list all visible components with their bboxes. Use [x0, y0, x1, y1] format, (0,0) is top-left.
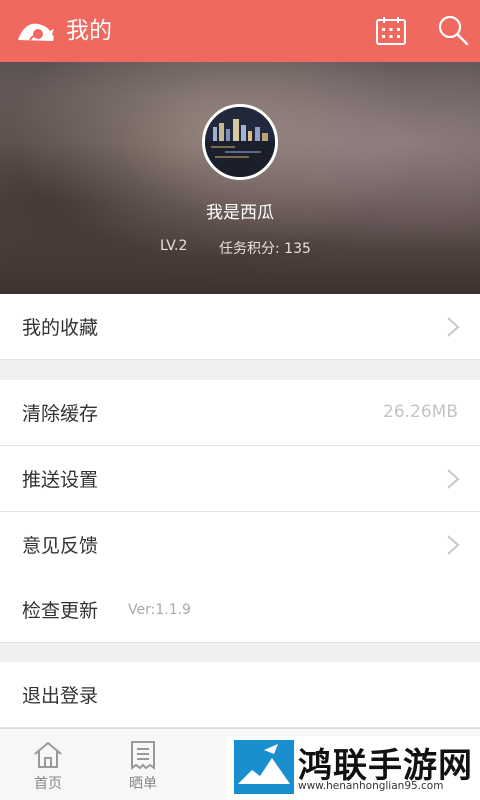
version-text: Ver:1.1.9 [128, 602, 191, 618]
avatar[interactable] [202, 104, 278, 180]
tab-label: 晒单 [129, 776, 157, 792]
chevron-right-icon [447, 535, 460, 555]
chevron-right-icon [447, 469, 460, 489]
logo-icon [18, 23, 54, 41]
home-icon [34, 741, 62, 768]
task-points: 任务积分: 135 [219, 241, 311, 257]
menu-item-check-update[interactable]: 检查更新 Ver:1.1.9 [0, 577, 480, 643]
watermark-url: www.henanhonglian95.com [298, 780, 444, 792]
username: 我是西瓜 [206, 203, 274, 223]
calendar-icon[interactable] [374, 15, 408, 47]
tab-share[interactable]: 晒单 [111, 729, 175, 800]
menu-item-clear-cache[interactable]: 清除缓存 26.26MB [0, 380, 480, 446]
top-bar: 我的 [0, 0, 480, 62]
page-title: 我的 [66, 18, 112, 44]
menu-item-feedback[interactable]: 意见反馈 [0, 512, 480, 578]
menu-item-favorites[interactable]: 我的收藏 [0, 294, 480, 360]
watermark: 鸿联手游网 www.henanhonglian95.com [226, 736, 480, 800]
menu-label: 我的收藏 [22, 317, 99, 339]
watermark-logo-icon [234, 740, 294, 794]
avatar-image [205, 107, 275, 177]
user-level: LV.2 [160, 238, 188, 254]
tab-home[interactable]: 首页 [16, 729, 80, 800]
profile-banner: 我是西瓜 LV.2 任务积分: 135 [0, 62, 480, 294]
menu-label: 推送设置 [22, 469, 99, 491]
menu-label: 退出登录 [22, 685, 99, 707]
menu-label: 清除缓存 [22, 403, 99, 425]
logout-button[interactable]: 退出登录 [0, 662, 480, 728]
menu-item-push-settings[interactable]: 推送设置 [0, 446, 480, 512]
menu-label: 检查更新 [22, 600, 99, 622]
menu-label: 意见反馈 [22, 535, 99, 557]
receipt-icon [131, 741, 155, 770]
search-icon[interactable] [436, 13, 470, 47]
tab-label: 首页 [34, 776, 62, 792]
cache-size: 26.26MB [383, 402, 458, 422]
chevron-right-icon [447, 317, 460, 337]
